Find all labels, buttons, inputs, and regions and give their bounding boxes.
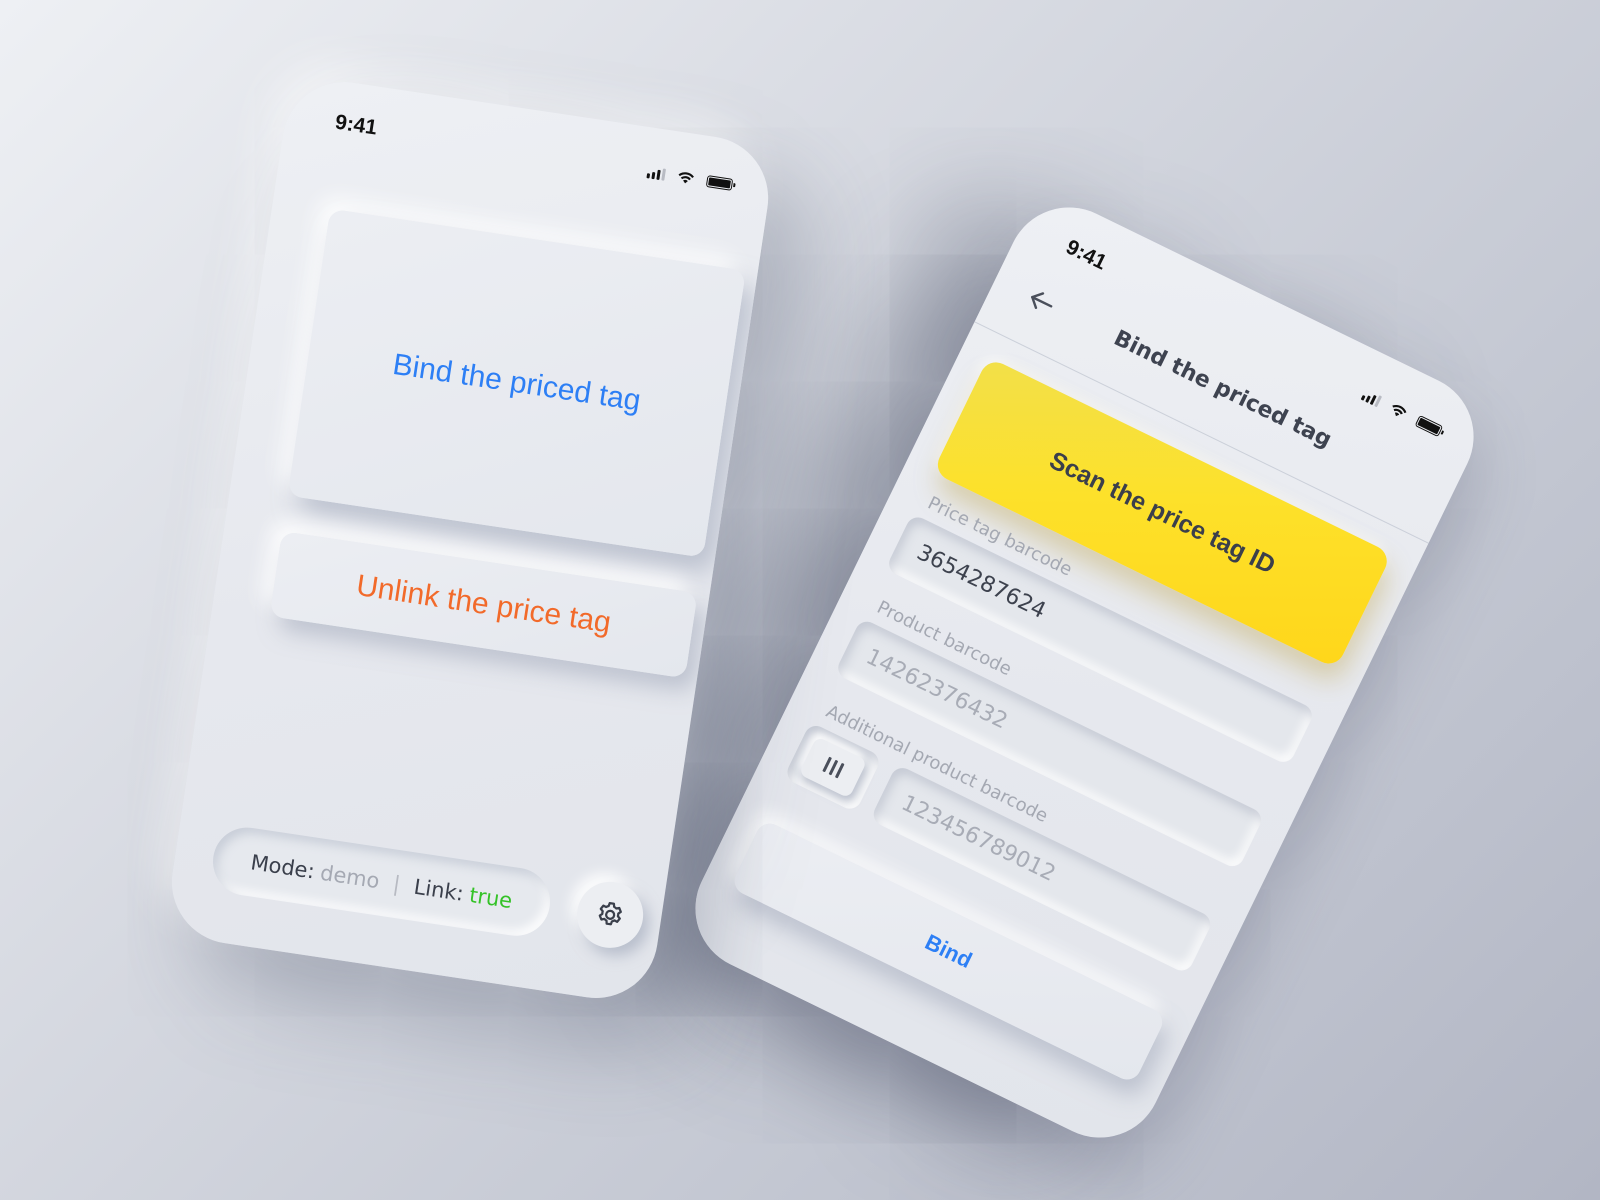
- signal-icon: [646, 166, 667, 181]
- status-time: 9:41: [333, 110, 379, 140]
- bind-button-label: Bind: [921, 929, 977, 974]
- unlink-price-tag-label: Unlink the price tag: [354, 568, 614, 640]
- signal-icon: [1360, 388, 1383, 407]
- scan-price-tag-label: Scan the price tag ID: [1045, 445, 1280, 580]
- home-screen-phone: 9:41 Bind the priced tag Unlink the pric…: [163, 73, 777, 1007]
- gear-icon: [598, 902, 622, 926]
- wifi-icon: [1392, 405, 1407, 417]
- mode-status-pill: Mode: demo | Link: true: [208, 822, 555, 941]
- bind-button[interactable]: Bind: [729, 819, 1167, 1085]
- wifi-icon: [678, 172, 694, 184]
- battery-icon: [1414, 414, 1444, 437]
- settings-button[interactable]: [572, 877, 648, 953]
- bind-priced-tag-label: Bind the priced tag: [390, 347, 643, 418]
- status-time: 9:41: [1062, 235, 1111, 275]
- bind-screen-phone: 9:41 Bind the priced tag Scan the price …: [674, 186, 1495, 1159]
- mode-separator: |: [391, 871, 402, 897]
- status-icons: [1360, 388, 1444, 437]
- link-label: Link:: [412, 874, 466, 906]
- battery-icon: [705, 174, 734, 191]
- barcode-icon: [798, 736, 868, 799]
- link-value: true: [467, 882, 514, 914]
- unlink-price-tag-button[interactable]: Unlink the price tag: [269, 531, 698, 679]
- mode-label: Mode:: [249, 850, 317, 884]
- status-icons: [646, 165, 734, 191]
- bind-priced-tag-card[interactable]: Bind the priced tag: [287, 208, 746, 558]
- mode-value: demo: [318, 860, 382, 894]
